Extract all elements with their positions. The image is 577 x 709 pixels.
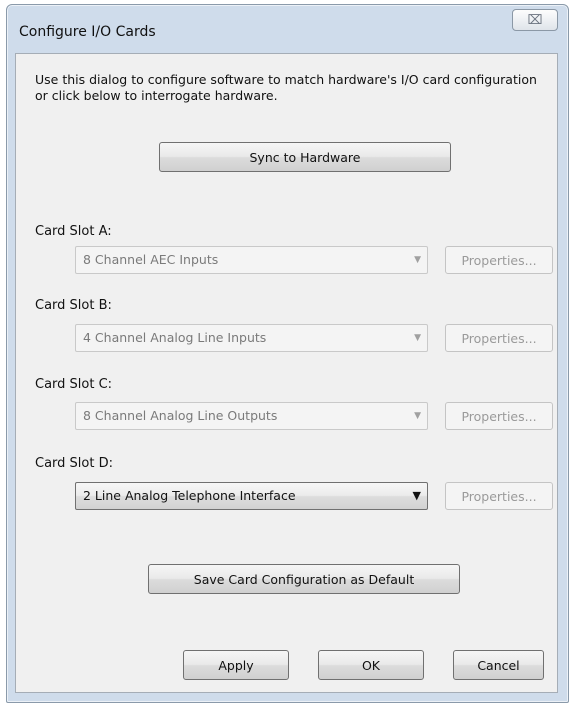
card-slot-d-properties-button[interactable]: Properties... xyxy=(445,482,553,510)
card-slot-c-properties-button[interactable]: Properties... xyxy=(445,402,553,430)
card-slot-d-select[interactable]: 2 Line Analog Telephone Interface ▼ xyxy=(75,482,428,510)
card-slot-a-select[interactable]: 8 Channel AEC Inputs ▼ xyxy=(75,246,428,274)
card-slot-a-label: Card Slot A: xyxy=(35,224,112,239)
instructions-text: Use this dialog to configure software to… xyxy=(35,72,537,103)
card-slot-b-value: 4 Channel Analog Line Inputs xyxy=(83,330,267,345)
card-slot-c-value: 8 Channel Analog Line Outputs xyxy=(83,408,278,423)
card-slot-c-label: Card Slot C: xyxy=(35,377,113,392)
card-slot-b-properties-button[interactable]: Properties... xyxy=(445,324,553,352)
title-bar: Configure I/O Cards ⌧ xyxy=(7,5,568,49)
dialog-content: Use this dialog to configure software to… xyxy=(15,53,558,693)
card-slot-a-value: 8 Channel AEC Inputs xyxy=(83,252,219,267)
chevron-down-icon: ▼ xyxy=(412,489,421,502)
chevron-down-icon: ▼ xyxy=(414,411,421,421)
chevron-down-icon: ▼ xyxy=(414,255,421,265)
card-slot-c-select[interactable]: 8 Channel Analog Line Outputs ▼ xyxy=(75,402,428,430)
sync-to-hardware-button[interactable]: Sync to Hardware xyxy=(159,142,451,172)
card-slot-d-label: Card Slot D: xyxy=(35,456,113,471)
card-slot-b-label: Card Slot B: xyxy=(35,298,112,313)
card-slot-b-select[interactable]: 4 Channel Analog Line Inputs ▼ xyxy=(75,324,428,352)
save-card-configuration-default-button[interactable]: Save Card Configuration as Default xyxy=(148,564,460,594)
ok-button[interactable]: OK xyxy=(318,650,424,680)
close-button[interactable]: ⌧ xyxy=(512,9,558,31)
dialog-title: Configure I/O Cards xyxy=(19,24,156,40)
configure-io-cards-dialog: Configure I/O Cards ⌧ Use this dialog to… xyxy=(6,4,569,703)
card-slot-a-properties-button[interactable]: Properties... xyxy=(445,246,553,274)
chevron-down-icon: ▼ xyxy=(414,333,421,343)
apply-button[interactable]: Apply xyxy=(183,650,289,680)
card-slot-d-value: 2 Line Analog Telephone Interface xyxy=(83,488,296,503)
cancel-button[interactable]: Cancel xyxy=(453,650,544,680)
close-icon: ⌧ xyxy=(527,12,543,28)
